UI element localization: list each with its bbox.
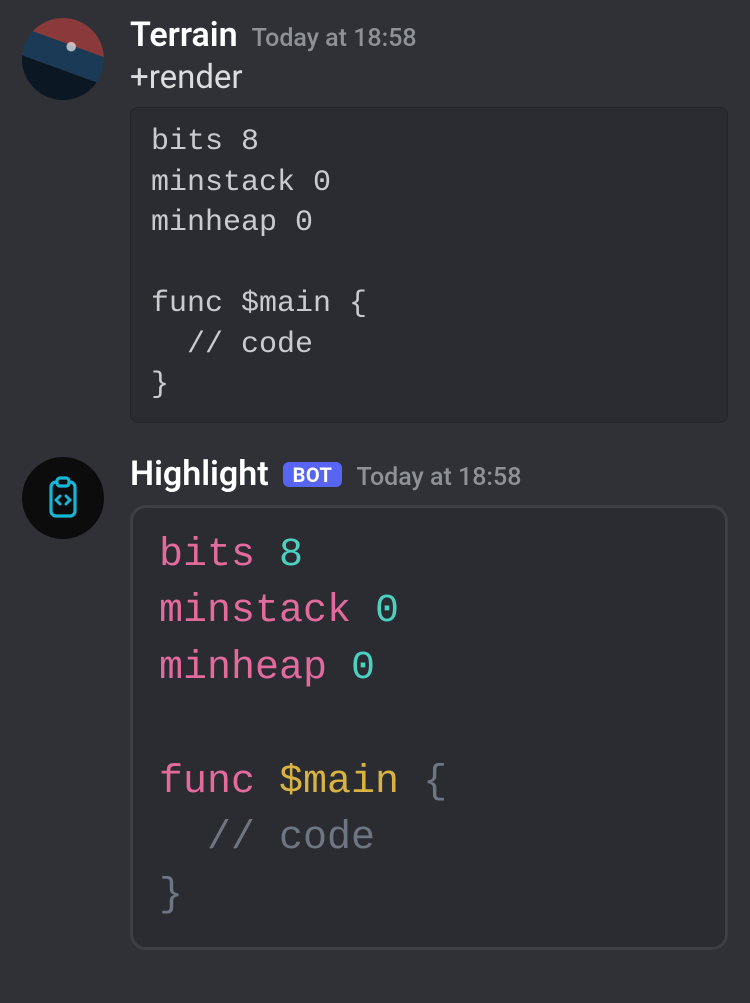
token-punc: }	[159, 873, 183, 918]
message-header: Highlight BOT Today at 18:58	[130, 457, 728, 491]
code-block[interactable]: bits 8 minstack 0 minheap 0 func $main {…	[130, 107, 728, 423]
token-kw: minstack	[159, 589, 351, 634]
chat-log: Terrain Today at 18:58 +render bits 8 mi…	[0, 0, 750, 972]
message-body: Highlight BOT Today at 18:58 bits 8 mins…	[130, 457, 728, 951]
message-text: +render	[130, 58, 728, 97]
token-num: 8	[279, 533, 303, 578]
token-num: 0	[351, 646, 375, 691]
timestamp: Today at 18:58	[356, 465, 521, 490]
token-kw: func	[159, 760, 255, 805]
timestamp: Today at 18:58	[252, 26, 417, 51]
highlighted-code-block[interactable]: bits 8 minstack 0 minheap 0 func $main {…	[130, 505, 728, 951]
token-kw: minheap	[159, 646, 327, 691]
token-punc: {	[423, 760, 447, 805]
token-cmnt: // code	[207, 816, 375, 861]
message: Terrain Today at 18:58 +render bits 8 mi…	[22, 18, 728, 423]
clipboard-code-icon	[39, 474, 87, 522]
token-kw: bits	[159, 533, 255, 578]
message: Highlight BOT Today at 18:58 bits 8 mins…	[22, 457, 728, 951]
username[interactable]: Terrain	[130, 18, 238, 52]
token-num: 0	[375, 589, 399, 634]
token-var: $main	[279, 760, 399, 805]
message-body: Terrain Today at 18:58 +render bits 8 mi…	[130, 18, 728, 423]
username[interactable]: Highlight	[130, 457, 269, 491]
avatar[interactable]	[22, 18, 104, 100]
message-header: Terrain Today at 18:58	[130, 18, 728, 52]
bot-tag: BOT	[283, 462, 343, 487]
avatar[interactable]	[22, 457, 104, 539]
